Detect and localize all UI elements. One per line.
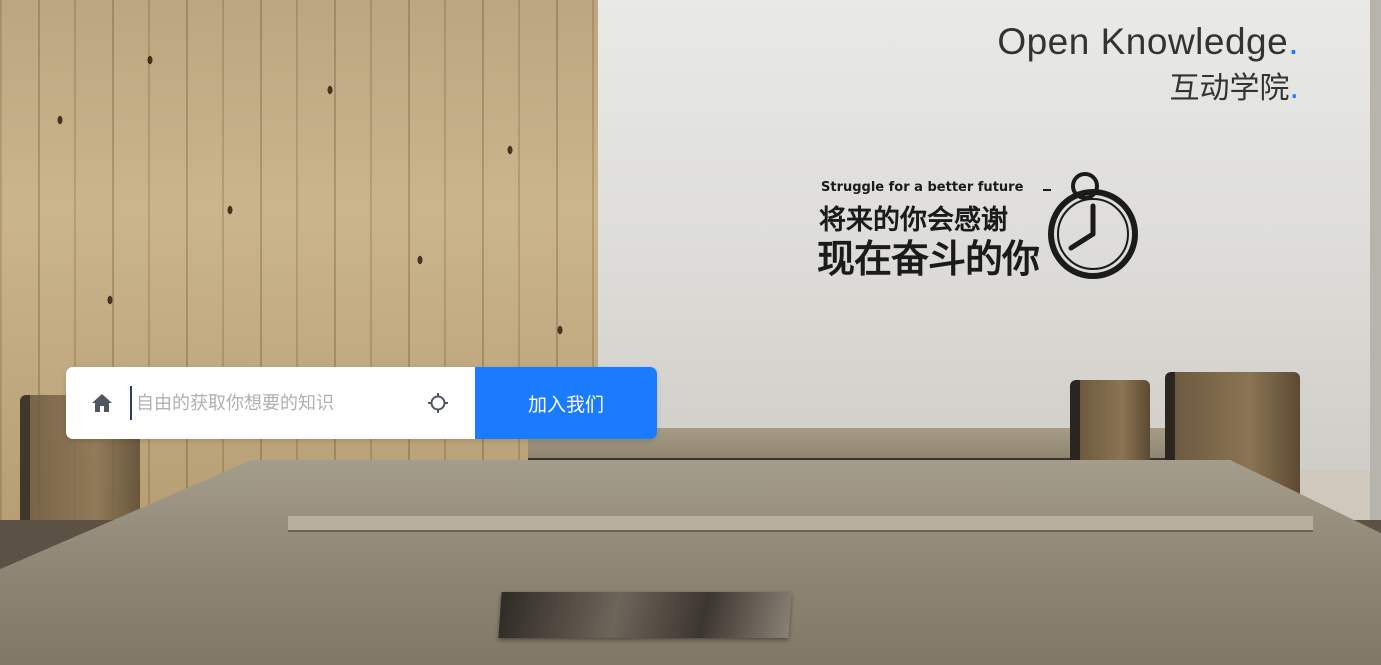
brand-title-en: Open Knowledge. [997,20,1299,64]
brand-accent-dot: . [1288,21,1299,62]
wall-decal: Struggle for a better future 将来的你会感谢 现在奋… [815,168,1145,288]
brand-title-en-text: Open Knowledge [997,21,1289,62]
brand-title-zh: 互动学院. [997,64,1299,114]
search-bar: 加入我们 [66,367,657,439]
brand-title-zh-text: 互动学院 [1169,71,1290,106]
brand: Open Knowledge. 互动学院. [997,20,1299,114]
decal-english-text: Struggle for a better future [821,180,1024,195]
search-field [66,367,475,439]
decal-chinese-line-2: 现在奋斗的你 [817,237,1040,281]
join-us-button[interactable]: 加入我们 [475,367,657,439]
magazine [498,592,792,638]
table-edge [288,516,1313,532]
home-icon[interactable] [90,391,114,415]
stopwatch-icon [1043,172,1138,279]
search-input[interactable] [130,386,410,420]
crosshair-icon[interactable] [427,392,449,414]
wall-edge [1370,0,1381,520]
hero-section: Struggle for a better future 将来的你会感谢 现在奋… [0,0,1381,665]
brand-accent-dot: . [1289,71,1299,106]
